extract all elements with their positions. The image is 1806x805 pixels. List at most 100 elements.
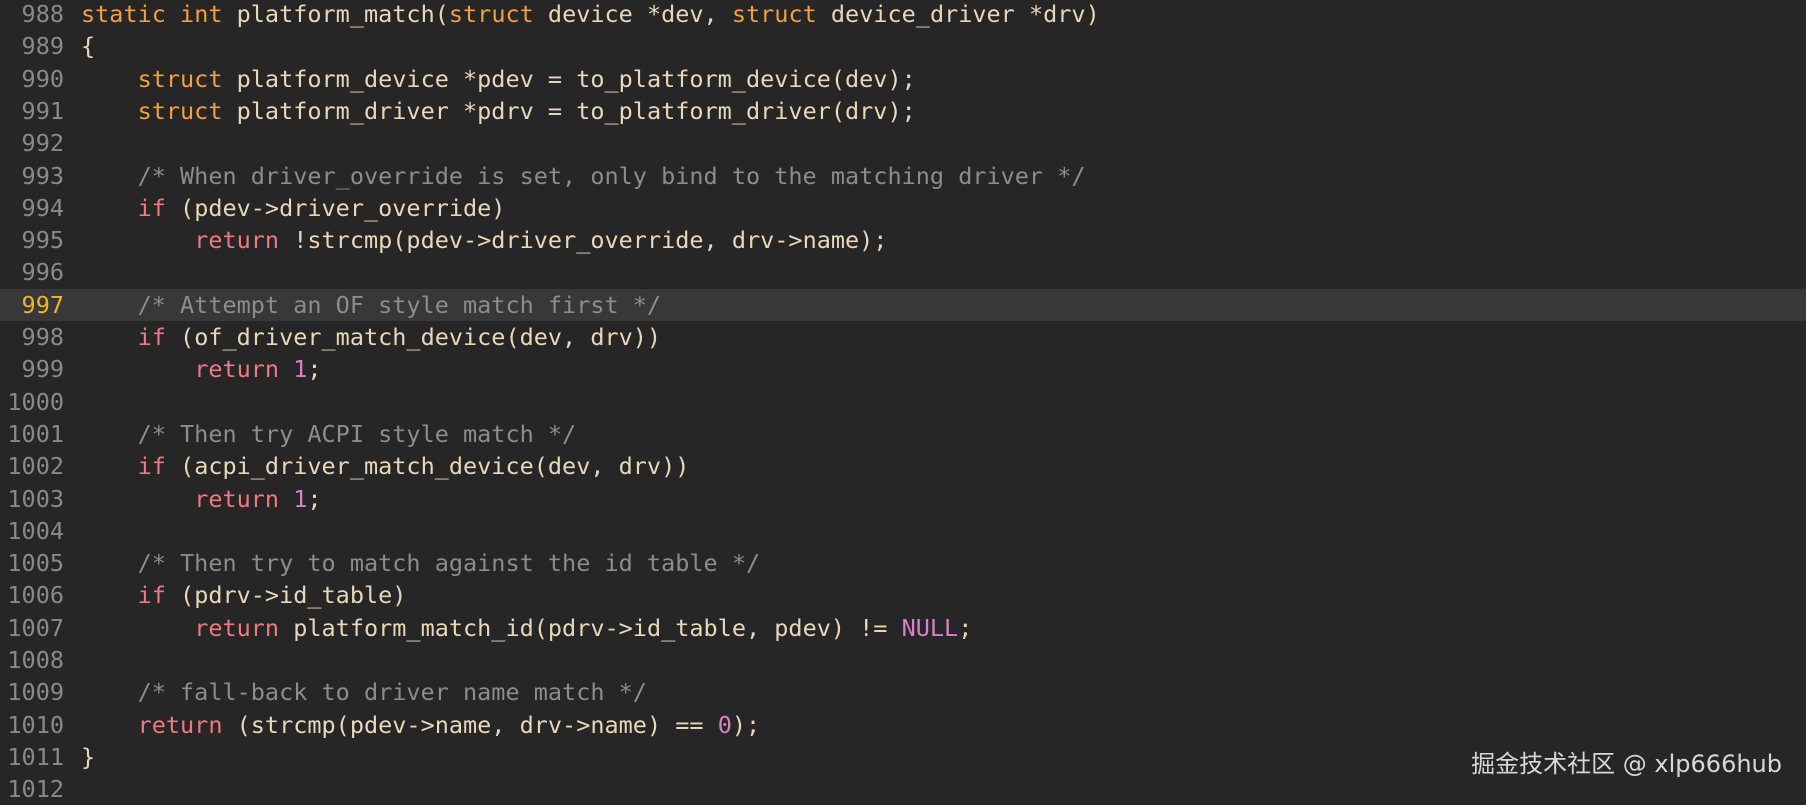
line-number: 988 (21, 0, 64, 28)
code-line[interactable]: 989 { (0, 30, 1806, 62)
line-number: 1001 (7, 419, 64, 448)
code-line[interactable]: 999 return 1; (0, 353, 1806, 385)
line-number: 1006 (7, 581, 64, 610)
code-line[interactable]: 993 /* When driver_override is set, only… (0, 160, 1806, 192)
line-number: 1012 (7, 775, 64, 804)
line-number: 995 (21, 226, 64, 255)
code-text: { (81, 30, 95, 62)
code-text: } (81, 741, 95, 773)
code-text: static int platform_match(struct device … (81, 0, 1100, 30)
code-line[interactable]: 1007 return platform_match_id(pdrv->id_t… (0, 612, 1806, 644)
line-number: 994 (21, 193, 64, 222)
code-token: return (137, 710, 237, 739)
line-number: 998 (21, 323, 64, 351)
code-line[interactable]: 996 (0, 256, 1806, 288)
line-number: 1010 (7, 710, 64, 739)
line-number: 999 (21, 355, 64, 384)
code-token: /* Attempt an OF style match first */ (137, 290, 662, 319)
line-number: 1005 (7, 549, 64, 578)
code-line[interactable]: 1004 (0, 515, 1806, 547)
code-token: struct (137, 96, 237, 125)
code-token: 1 (293, 355, 308, 384)
code-line[interactable]: 990 struct platform_device *pdev = to_pl… (0, 63, 1806, 95)
code-text: return (strcmp(pdev->name, drv->name) ==… (81, 709, 761, 741)
code-token: return (194, 226, 294, 255)
line-number: 989 (21, 32, 64, 61)
code-token: (of_driver_match_device(dev, drv)) (180, 323, 662, 351)
code-token: ; (958, 613, 973, 642)
code-line[interactable]: 992 (0, 127, 1806, 159)
code-token: return (194, 355, 294, 384)
code-line[interactable]: 1006 if (pdrv->id_table) (0, 579, 1806, 611)
code-text: if (of_driver_match_device(dev, drv)) (81, 321, 662, 353)
code-token: if (137, 193, 181, 222)
code-token: { (81, 32, 96, 61)
line-number: 991 (21, 96, 64, 125)
code-token: if (137, 581, 181, 610)
code-token: 0 (717, 710, 732, 739)
code-token: struct (448, 0, 548, 28)
code-token: NULL (901, 613, 959, 642)
code-token: if (137, 452, 181, 481)
code-line[interactable]: 1003 return 1; (0, 483, 1806, 515)
line-number: 996 (21, 258, 64, 287)
code-text: return 1; (81, 353, 322, 385)
code-text: struct platform_device *pdev = to_platfo… (81, 63, 916, 95)
code-token: struct (137, 64, 237, 93)
code-line[interactable]: 998 if (of_driver_match_device(dev, drv)… (0, 321, 1806, 353)
code-line[interactable]: 995 return !strcmp(pdev->driver_override… (0, 224, 1806, 256)
code-token: (pdrv->id_table) (180, 581, 407, 610)
code-text: /* fall-back to driver name match */ (81, 676, 647, 708)
code-text: if (pdev->driver_override) (81, 192, 506, 224)
code-line[interactable]: 1009 /* fall-back to driver name match *… (0, 676, 1806, 708)
code-token: ; (307, 355, 322, 384)
code-token: device_driver *drv) (830, 0, 1100, 28)
code-line[interactable]: 1008 (0, 644, 1806, 676)
code-token: /* Then try ACPI style match */ (137, 419, 577, 448)
code-editor[interactable]: 988 static int platform_match(struct devi… (0, 0, 1806, 804)
code-token: platform_device *pdev = to_platform_devi… (236, 64, 916, 93)
code-line[interactable]: 1000 (0, 386, 1806, 418)
code-token: /* fall-back to driver name match */ (137, 678, 647, 707)
code-line[interactable]: 1001 /* Then try ACPI style match */ (0, 418, 1806, 450)
code-token: struct (731, 0, 831, 28)
code-text: return 1; (81, 483, 322, 515)
code-line[interactable]: 1005 /* Then try to match against the id… (0, 547, 1806, 579)
code-token: ; (307, 484, 322, 513)
code-token: if (137, 323, 181, 351)
line-number: 1000 (7, 387, 64, 416)
line-number: 1003 (7, 484, 64, 513)
code-line[interactable]: 994 if (pdev->driver_override) (0, 192, 1806, 224)
code-token: static (81, 0, 181, 28)
code-line[interactable]: 991 struct platform_driver *pdrv = to_pl… (0, 95, 1806, 127)
code-token: return (194, 613, 294, 642)
code-token: /* Then try to match against the id tabl… (137, 549, 761, 578)
code-text: /* Then try to match against the id tabl… (81, 547, 761, 579)
line-number: 1008 (7, 646, 64, 674)
code-token: !strcmp(pdev->driver_override, drv->name… (293, 226, 888, 255)
code-token: return (194, 484, 294, 513)
line-number: 1009 (7, 678, 64, 707)
code-line[interactable]: 1002 if (acpi_driver_match_device(dev, d… (0, 450, 1806, 482)
code-token: ); (731, 710, 761, 739)
line-number: 1002 (7, 452, 64, 481)
code-line[interactable]: 1010 return (strcmp(pdev->name, drv->nam… (0, 709, 1806, 741)
code-line[interactable]: 988 static int platform_match(struct devi… (0, 0, 1806, 30)
code-token: 1 (293, 484, 308, 513)
line-number: 993 (21, 161, 64, 190)
code-token: platform_match_id(pdrv->id_table, pdev) … (293, 613, 902, 642)
code-token: (acpi_driver_match_device(dev, drv)) (180, 452, 690, 481)
code-line[interactable]: 997 /* Attempt an OF style match first *… (0, 288, 1806, 321)
code-token: (strcmp(pdev->name, drv->name) == (236, 710, 718, 739)
